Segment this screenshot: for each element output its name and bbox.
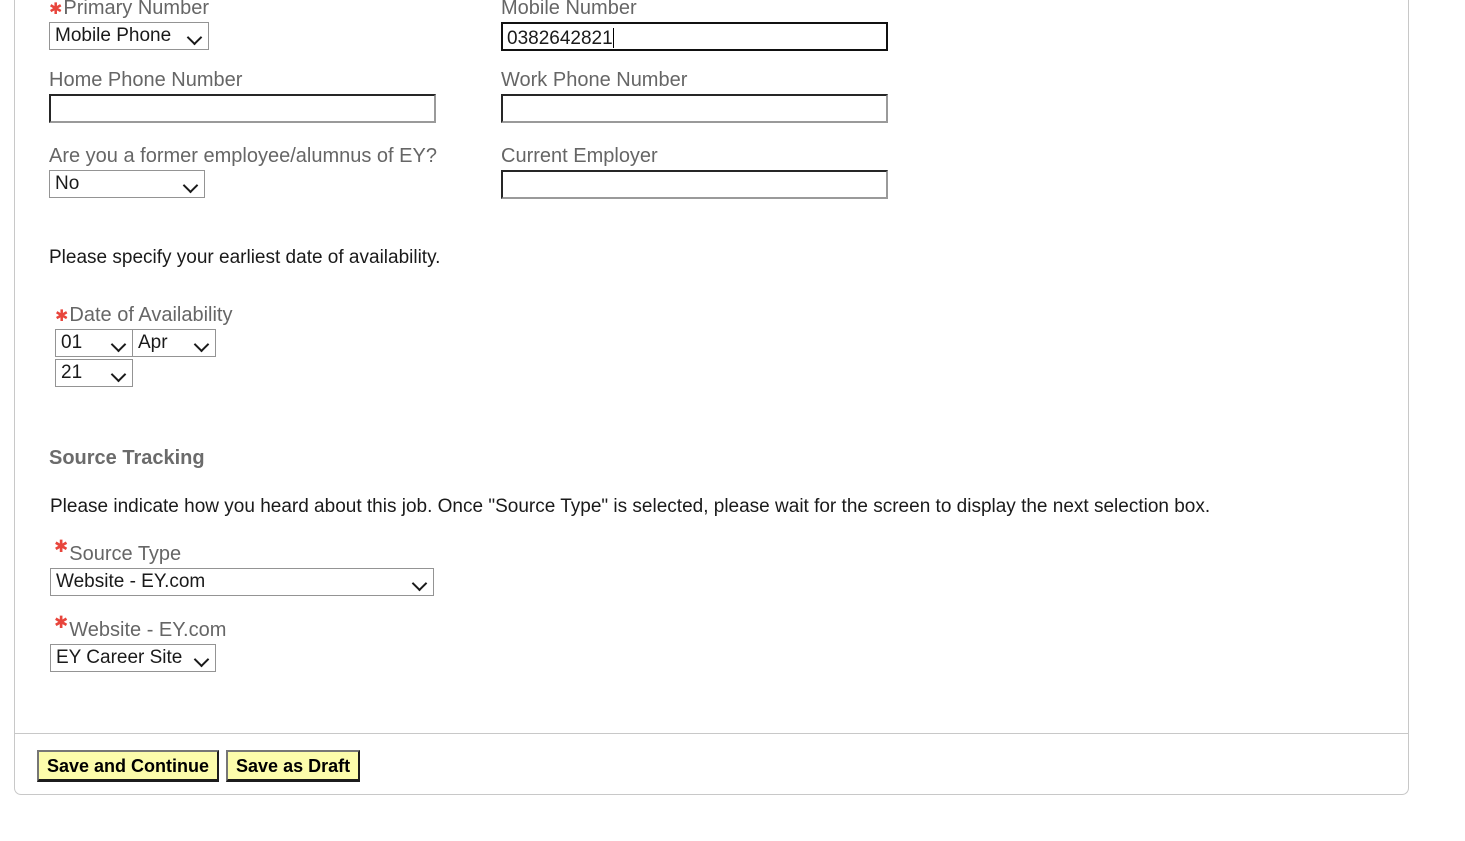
website-label: ✱Website - EY.com xyxy=(54,614,1389,644)
current-employer-label: Current Employer xyxy=(501,144,888,170)
required-asterisk-icon: ✱ xyxy=(49,1,63,18)
date-month-select[interactable]: Apr xyxy=(132,329,216,357)
form-panel: ✱Primary Number Mobile Phone Mobile Numb… xyxy=(14,0,1409,795)
field-primary-number: ✱Primary Number Mobile Phone xyxy=(49,0,209,50)
text-caret xyxy=(612,28,614,48)
source-type-select-wrap: Website - EY.com xyxy=(50,568,434,596)
mobile-number-value: 0382642821 xyxy=(507,28,613,49)
mobile-number-label-text: Mobile Number xyxy=(501,0,637,19)
date-year-select[interactable]: 21 xyxy=(55,359,133,387)
home-phone-input[interactable] xyxy=(49,94,436,123)
field-website: ✱Website - EY.com EY Career Site xyxy=(50,614,1389,672)
field-current-employer: Current Employer xyxy=(501,144,888,199)
date-year-row: 21 xyxy=(55,359,1389,387)
source-tracking-heading: Source Tracking xyxy=(49,447,205,469)
required-asterisk-icon: ✱ xyxy=(54,613,69,633)
row-primary-mobile: ✱Primary Number Mobile Phone Mobile Numb… xyxy=(49,0,1389,66)
source-type-label: ✱Source Type xyxy=(54,538,1389,568)
former-employee-label-text: Are you a former employee/alumnus of EY? xyxy=(49,145,437,167)
former-employee-select-wrap: No xyxy=(49,170,205,198)
footer-divider xyxy=(15,733,1408,734)
mobile-number-label: Mobile Number xyxy=(501,0,888,22)
field-home-phone: Home Phone Number xyxy=(49,68,436,123)
work-phone-label-text: Work Phone Number xyxy=(501,69,688,91)
primary-number-select[interactable]: Mobile Phone xyxy=(49,22,209,50)
current-employer-label-text: Current Employer xyxy=(501,145,658,167)
source-type-select[interactable]: Website - EY.com xyxy=(50,568,434,596)
website-select-wrap: EY Career Site xyxy=(50,644,216,672)
date-of-availability-label-text: Date of Availability xyxy=(69,304,233,326)
source-tracking-instruction: Please indicate how you heard about this… xyxy=(50,496,1211,517)
date-year-select-wrap: 21 xyxy=(55,359,133,387)
source-type-label-text: Source Type xyxy=(69,543,182,565)
mobile-number-input[interactable]: 0382642821 xyxy=(501,22,888,51)
work-phone-input[interactable] xyxy=(501,94,888,123)
current-employer-input[interactable] xyxy=(501,170,888,199)
form-body: ✱Primary Number Mobile Phone Mobile Numb… xyxy=(49,0,1389,672)
save-and-continue-button[interactable]: Save and Continue xyxy=(37,750,220,782)
website-label-text: Website - EY.com xyxy=(69,619,227,641)
date-selects-row: 01 Apr xyxy=(55,329,1389,357)
former-employee-label: Are you a former employee/alumnus of EY? xyxy=(49,144,437,170)
primary-number-select-wrap: Mobile Phone xyxy=(49,22,209,50)
website-select[interactable]: EY Career Site xyxy=(50,644,216,672)
required-asterisk-icon: ✱ xyxy=(55,308,69,325)
date-day-select-wrap: 01 xyxy=(55,329,133,357)
form-footer: Save and Continue Save as Draft xyxy=(37,750,367,782)
application-form-page: ✱Primary Number Mobile Phone Mobile Numb… xyxy=(0,0,1465,841)
home-phone-label-text: Home Phone Number xyxy=(49,69,243,91)
row-home-work-phone: Home Phone Number Work Phone Number xyxy=(49,66,1389,142)
field-work-phone: Work Phone Number xyxy=(501,68,888,123)
save-as-draft-button[interactable]: Save as Draft xyxy=(226,750,361,782)
field-former-employee: Are you a former employee/alumnus of EY?… xyxy=(49,144,437,198)
primary-number-label-text: Primary Number xyxy=(63,0,209,19)
primary-number-label: ✱Primary Number xyxy=(49,0,209,22)
row-former-employer: Are you a former employee/alumnus of EY?… xyxy=(49,142,1389,222)
field-source-type: ✱Source Type Website - EY.com xyxy=(50,538,1389,596)
field-date-of-availability: ✱Date of Availability 01 Apr 21 xyxy=(55,303,1389,387)
home-phone-label: Home Phone Number xyxy=(49,68,436,94)
former-employee-select[interactable]: No xyxy=(49,170,205,198)
date-month-select-wrap: Apr xyxy=(132,329,216,357)
availability-instruction: Please specify your earliest date of ava… xyxy=(49,247,441,268)
date-of-availability-label: ✱Date of Availability xyxy=(55,303,1389,329)
work-phone-label: Work Phone Number xyxy=(501,68,888,94)
date-day-select[interactable]: 01 xyxy=(55,329,133,357)
required-asterisk-icon: ✱ xyxy=(54,537,69,557)
field-mobile-number: Mobile Number 0382642821 xyxy=(501,0,888,51)
